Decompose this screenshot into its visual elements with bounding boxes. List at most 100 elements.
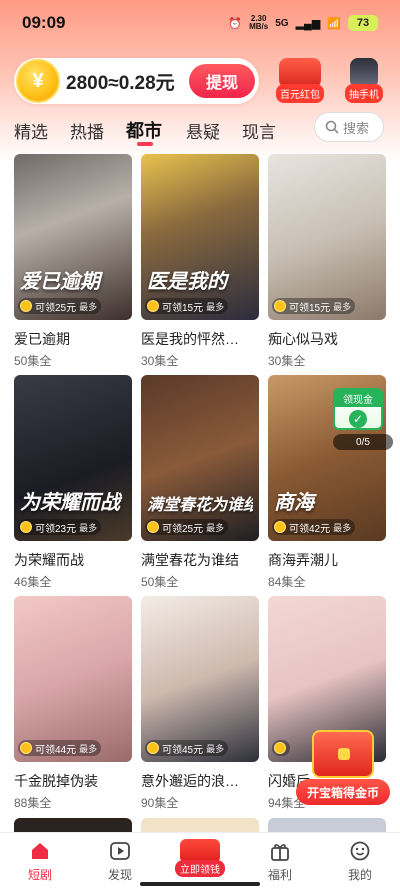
drama-title: 满堂春花为谁结 <box>141 552 239 568</box>
reward-text: 可领15元 <box>289 302 331 314</box>
drama-title: 商海弄潮儿 <box>268 552 338 568</box>
next-row-posters <box>14 818 386 832</box>
reward-text: 可领25元 <box>162 523 204 535</box>
reward-suffix: 最多 <box>79 301 98 312</box>
phone-lottery-label: 抽手机 <box>345 84 383 103</box>
reward-badge: 可领15元 最多 <box>272 298 356 314</box>
reward-badge: 可领25元 最多 <box>18 298 102 314</box>
drama-card[interactable]: 医是我的 可领15元 最多 医是我的怦然… 30集全 <box>141 154 259 369</box>
signal-icon: ▂▄▆ <box>295 17 321 30</box>
coin-icon <box>20 742 32 754</box>
nav-label: 福利 <box>267 868 292 882</box>
category-tabs: 精选 热播 都市 悬疑 现言 搜索 <box>0 112 400 148</box>
reward-badge: 可领23元 最多 <box>18 519 102 535</box>
coin-balance-bar[interactable]: ¥ 2800≈0.28元 提现 <box>14 58 259 104</box>
active-tab-indicator <box>137 142 153 146</box>
cash-reward-progress: 0/5 <box>333 434 393 450</box>
drama-card[interactable]: 可领15元 最多 痴心似马戏 30集全 <box>268 154 386 369</box>
drama-episodes: 30集全 <box>141 354 179 368</box>
reward-text: 可领23元 <box>35 523 77 535</box>
red-packet-promo[interactable]: 百元红包 <box>270 58 330 104</box>
drama-title: 意外邂逅的浪… <box>141 773 239 789</box>
drama-card[interactable]: 满堂春花为谁结 可领25元 最多 满堂春花为谁结 50集全 <box>141 375 259 590</box>
drama-card[interactable]: 可领44元 最多 千金脱掉伪装 88集全 <box>14 596 132 811</box>
reward-text: 可领25元 <box>35 302 77 314</box>
tab-urban[interactable]: 都市 <box>126 117 162 143</box>
nav-welfare[interactable]: 福利 <box>240 833 320 889</box>
drama-poster: 爱已逾期 可领25元 最多 <box>14 154 132 320</box>
drama-episodes: 84集全 <box>268 575 306 589</box>
coin-icon <box>20 300 32 312</box>
search-input[interactable]: 搜索 <box>314 112 384 142</box>
coin-icon <box>274 521 286 533</box>
reward-text: 可领15元 <box>162 302 204 314</box>
poster-title: 爱已逾期 <box>20 271 100 293</box>
battery-indicator: 73 <box>348 15 378 31</box>
nav-short-drama[interactable]: 短剧 <box>0 833 80 889</box>
drama-poster: 可领15元 最多 <box>268 154 386 320</box>
drama-episodes: 30集全 <box>268 354 306 368</box>
coin-icon <box>274 742 286 754</box>
cash-reward-box: 领现金 ✓ <box>333 388 383 430</box>
reward-text: 可领44元 <box>35 744 77 756</box>
nav-label: 发现 <box>107 868 132 882</box>
reward-suffix: 最多 <box>206 522 225 533</box>
reward-badge: 可领15元 最多 <box>145 298 229 314</box>
alarm-icon: ⏰ <box>228 17 243 30</box>
search-placeholder: 搜索 <box>343 120 370 136</box>
drama-episodes: 46集全 <box>14 575 52 589</box>
withdraw-button[interactable]: 提现 <box>189 64 255 98</box>
wifi-icon: 📶 <box>327 17 341 30</box>
nav-label: 我的 <box>347 868 372 882</box>
drama-poster: 医是我的 可领15元 最多 <box>141 154 259 320</box>
reward-text: 可领42元 <box>289 523 331 535</box>
nav-claim-money[interactable]: 立即领钱 <box>160 833 240 889</box>
phone-lottery-promo[interactable]: 抽手机 <box>334 58 394 104</box>
play-icon <box>108 839 132 863</box>
drama-poster: 为荣耀而战 可领23元 最多 <box>14 375 132 541</box>
drama-poster: 满堂春花为谁结 可领25元 最多 <box>141 375 259 541</box>
reward-badge: 可领45元 最多 <box>145 740 229 756</box>
drama-title: 爱已逾期 <box>14 331 70 347</box>
drama-episodes: 90集全 <box>141 796 179 810</box>
nav-label: 立即领钱 <box>175 860 225 877</box>
reward-suffix: 最多 <box>79 522 98 533</box>
nav-discover[interactable]: 发现 <box>80 833 160 889</box>
poster-title: 满堂春花为谁结 <box>147 497 253 514</box>
network-speed: 2.30 MB/s <box>249 15 268 31</box>
reward-badge: 可领44元 最多 <box>18 740 102 756</box>
coin-icon <box>20 521 32 533</box>
poster-title: 医是我的 <box>147 271 227 293</box>
tab-romance[interactable]: 现言 <box>242 118 276 143</box>
home-indicator <box>140 882 260 886</box>
tab-featured[interactable]: 精选 <box>14 118 48 143</box>
reward-badge: 可领42元 最多 <box>272 519 356 535</box>
reward-text: 可领45元 <box>162 744 204 756</box>
drama-title: 医是我的怦然… <box>141 331 239 347</box>
cash-reward-title: 领现金 <box>335 390 381 407</box>
drama-card[interactable]: 爱已逾期 可领25元 最多 爱已逾期 50集全 <box>14 154 132 369</box>
reward-suffix: 最多 <box>206 301 225 312</box>
reward-badge <box>272 740 290 756</box>
search-icon <box>325 120 339 134</box>
tab-hot[interactable]: 热播 <box>70 118 104 143</box>
coin-icon <box>147 521 159 533</box>
signal-label: 5G <box>275 17 289 29</box>
drama-poster: 可领44元 最多 <box>14 596 132 762</box>
tab-suspense[interactable]: 悬疑 <box>186 118 220 143</box>
status-bar: 09:09 ⏰ 2.30 MB/s 5G ▂▄▆ 📶 73 <box>0 0 400 46</box>
home-icon <box>28 839 52 863</box>
drama-title: 千金脱掉伪装 <box>14 773 98 789</box>
drama-poster: 可领45元 最多 <box>141 596 259 762</box>
treasure-chest-icon[interactable] <box>312 730 374 778</box>
nav-profile[interactable]: 我的 <box>320 833 400 889</box>
checkmark-icon: ✓ <box>349 410 367 428</box>
drama-card[interactable]: 为荣耀而战 可领23元 最多 为荣耀而战 46集全 <box>14 375 132 590</box>
reward-badge: 可领25元 最多 <box>145 519 229 535</box>
bottom-navigation: 短剧 发现 立即领钱 福利 我的 <box>0 832 400 889</box>
gift-icon <box>268 839 292 863</box>
open-treasure-button[interactable]: 开宝箱得金币 <box>296 779 390 805</box>
drama-card[interactable]: 可领45元 最多 意外邂逅的浪… 90集全 <box>141 596 259 811</box>
reward-suffix: 最多 <box>79 743 98 754</box>
drama-poster-partial <box>14 818 132 832</box>
